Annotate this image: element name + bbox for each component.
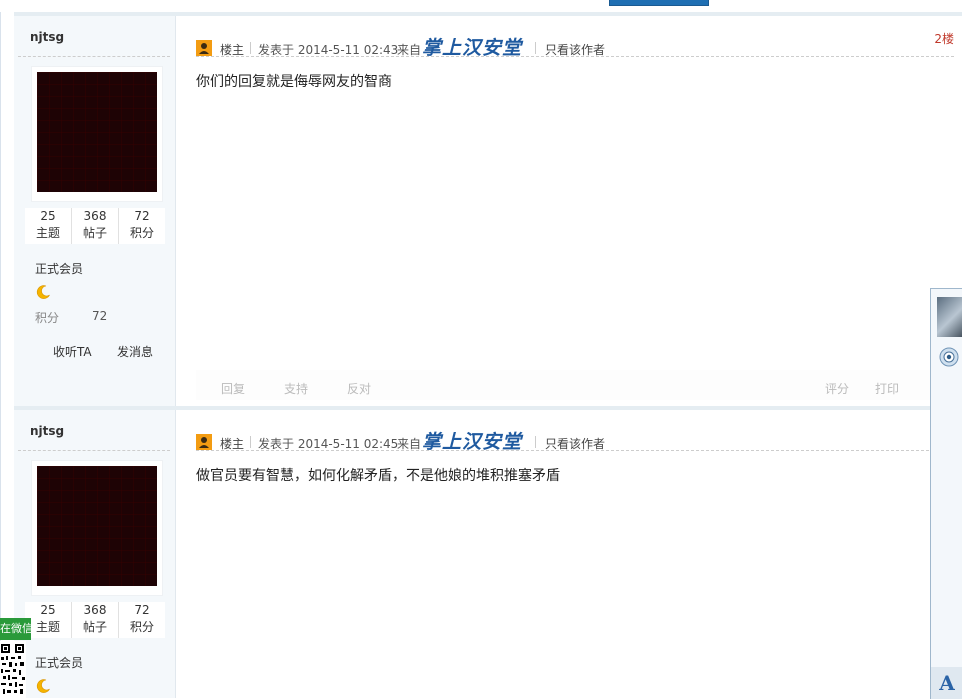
stat-posts-value: 368 xyxy=(83,603,107,617)
moon-level-icon xyxy=(36,285,50,299)
stat-credits-label: 积分 xyxy=(129,226,154,240)
stat-credits[interactable]: 72 积分 xyxy=(118,602,165,638)
credit-value: 72 xyxy=(92,309,108,323)
stat-threads-label: 主题 xyxy=(35,620,60,634)
moon-level-icon xyxy=(36,679,50,693)
stat-credits-value: 72 xyxy=(134,603,150,617)
stat-threads-value: 25 xyxy=(40,209,56,223)
stat-credits-value: 72 xyxy=(134,209,150,223)
author-sidebar: njtsg 25 主题 368 帖子 72 积分 正式会员 积分 72 收听TA… xyxy=(14,16,176,406)
post-action-bar: 回复 支持 反对 评分 打印 xyxy=(196,370,936,400)
stat-posts-label: 帖子 xyxy=(82,620,107,634)
post-floor-2: njtsg 25 主题 368 帖子 72 积分 正式会员 积分 72 收听TA… xyxy=(0,16,962,406)
sidebar-divider xyxy=(18,56,170,57)
avatar[interactable] xyxy=(37,72,157,192)
support-button[interactable]: 支持 xyxy=(284,380,308,397)
meta-divider xyxy=(250,436,251,448)
author-username[interactable]: njtsg xyxy=(30,424,64,438)
print-button[interactable]: 打印 xyxy=(875,380,899,397)
post-message: 你们的回复就是侮辱网友的智商 xyxy=(196,74,392,90)
sidebar-divider xyxy=(18,450,170,451)
poster-user-icon xyxy=(196,40,212,56)
avatar-frame xyxy=(31,66,163,202)
stat-credits[interactable]: 72 积分 xyxy=(118,208,165,244)
wechat-tab[interactable]: 在微信 xyxy=(0,618,31,640)
stat-threads[interactable]: 25 主题 xyxy=(25,208,71,244)
author-username[interactable]: njtsg xyxy=(30,30,64,44)
user-group[interactable]: 正式会员 xyxy=(35,260,83,277)
meta-divider xyxy=(250,42,251,54)
meta-divider xyxy=(535,436,536,448)
post-floor-3: njtsg 25 主题 368 帖子 72 积分 正式会员 楼主 发表于 201… xyxy=(0,410,962,698)
top-action-button[interactable] xyxy=(609,0,709,6)
stat-credits-label: 积分 xyxy=(129,620,154,634)
post-meta: 楼主 发表于 2014-5-11 02:45 来自 掌上汉安堂 只看该作者 xyxy=(196,431,956,453)
stat-threads-value: 25 xyxy=(40,603,56,617)
send-message-button[interactable]: 发消息 xyxy=(117,343,153,360)
poster-user-icon xyxy=(196,434,212,450)
floating-side-panel: A xyxy=(930,288,962,699)
author-sidebar: njtsg 25 主题 368 帖子 72 积分 正式会员 xyxy=(14,410,176,698)
panel-thumbnail[interactable] xyxy=(937,297,962,337)
meta-divider xyxy=(535,42,536,54)
avatar-frame xyxy=(31,460,163,596)
follow-button[interactable]: 收听TA xyxy=(53,343,92,360)
post-meta: 楼主 发表于 2014-5-11 02:43 来自 掌上汉安堂 只看该作者 xyxy=(196,37,956,59)
qr-code-icon[interactable] xyxy=(0,641,26,698)
credit-label: 积分 xyxy=(35,311,60,325)
stat-posts[interactable]: 368 帖子 xyxy=(71,602,118,638)
webcam-icon[interactable] xyxy=(939,347,959,367)
stat-posts-label: 帖子 xyxy=(82,226,107,240)
avatar[interactable] xyxy=(37,466,157,586)
user-group[interactable]: 正式会员 xyxy=(35,654,83,671)
author-stats: 25 主题 368 帖子 72 积分 xyxy=(25,208,165,244)
font-size-button[interactable]: A xyxy=(931,667,962,699)
oppose-button[interactable]: 反对 xyxy=(347,380,371,397)
rate-button[interactable]: 评分 xyxy=(825,380,849,397)
post-message: 做官员要有智慧，如何化解矛盾，不是他娘的堆积推塞矛盾 xyxy=(196,468,560,484)
stat-threads-label: 主题 xyxy=(35,226,60,240)
author-stats: 25 主题 368 帖子 72 积分 xyxy=(25,602,165,638)
stat-posts-value: 368 xyxy=(83,209,107,223)
stat-threads[interactable]: 25 主题 xyxy=(25,602,71,638)
header-divider xyxy=(196,56,954,57)
stat-posts[interactable]: 368 帖子 xyxy=(71,208,118,244)
floor-number[interactable]: 2楼 xyxy=(934,30,954,47)
top-strip xyxy=(0,0,962,12)
header-divider xyxy=(196,450,954,451)
reply-button[interactable]: 回复 xyxy=(221,380,245,397)
